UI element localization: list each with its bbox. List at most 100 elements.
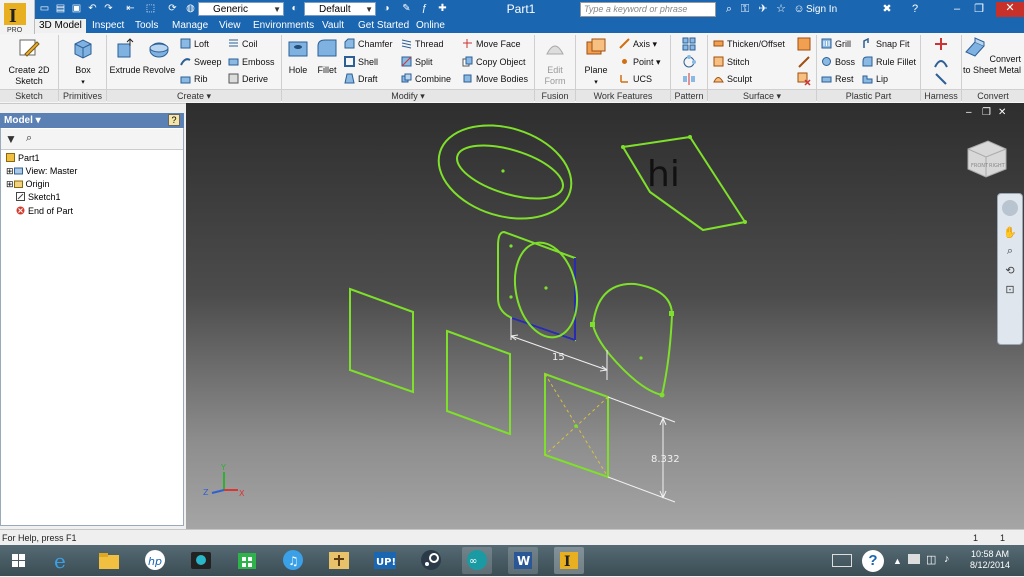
viewcube[interactable]: FRONT RIGHT — [964, 137, 1010, 181]
inventor-taskbar-icon[interactable]: I — [554, 547, 584, 574]
minimize-icon[interactable]: – — [950, 3, 964, 16]
show-hidden-icons[interactable]: ▲ — [893, 556, 902, 566]
trim-icon[interactable] — [797, 55, 811, 69]
rectangular-pattern-icon[interactable] — [682, 37, 696, 51]
exchange-apps-icon[interactable]: ✖ — [880, 3, 894, 16]
sketch-point[interactable] — [688, 135, 692, 139]
steam-icon[interactable] — [416, 547, 446, 574]
tab-vault[interactable]: Vault — [318, 19, 348, 33]
itunes-icon[interactable]: ♫ — [278, 547, 308, 574]
up-app-icon[interactable]: UP! — [370, 547, 400, 574]
mirror-icon[interactable] — [682, 72, 696, 86]
media-app-icon[interactable] — [186, 547, 216, 574]
sketch-text-hi[interactable]: hi — [647, 154, 680, 195]
material-combo[interactable]: Default ▼ — [304, 2, 376, 16]
viewport-minimize-icon[interactable]: – — [966, 107, 972, 118]
sketch-canvas[interactable]: hi 15 8.332 Y Z X — [186, 103, 1024, 529]
center-point[interactable] — [544, 286, 548, 290]
store-icon[interactable] — [232, 547, 262, 574]
box-button[interactable]: Box ▾ — [66, 36, 100, 88]
split-button[interactable]: Split — [401, 55, 433, 69]
snap-fit-button[interactable]: Snap Fit — [862, 37, 910, 51]
harness-wire-icon[interactable] — [934, 55, 948, 69]
create-2d-sketch-button[interactable]: Create 2D Sketch — [4, 36, 54, 87]
money-app-icon[interactable] — [324, 547, 354, 574]
modify-panel-label[interactable]: Modify ▾ — [282, 89, 534, 102]
parameters-icon[interactable]: ƒ — [418, 3, 431, 15]
tab-inspect[interactable]: Inspect — [88, 19, 128, 33]
open-icon[interactable]: ▤ — [54, 3, 67, 15]
loft-button[interactable]: Loft — [180, 37, 209, 51]
help-tray-icon[interactable]: ? — [862, 550, 884, 572]
sketch-point[interactable] — [509, 295, 513, 299]
thread-button[interactable]: Thread — [401, 37, 444, 51]
binoculars-icon[interactable]: ⌕ — [26, 132, 32, 145]
help-search-input[interactable]: Type a keyword or phrase — [580, 2, 716, 17]
point-button[interactable]: Point ▾ — [619, 55, 661, 69]
sketch-point[interactable] — [509, 244, 513, 248]
fillet-button[interactable]: Fillet — [312, 36, 342, 76]
arduino-icon[interactable]: ∞ — [462, 547, 492, 574]
battery-icon[interactable] — [908, 554, 920, 564]
sketch-polygon[interactable] — [621, 135, 747, 232]
style-combo[interactable]: Generic ▼ — [198, 2, 284, 16]
sketch-parallelogram-2[interactable] — [446, 329, 511, 436]
tab-manage[interactable]: Manage — [168, 19, 212, 33]
customize-icon[interactable]: ✚ — [436, 3, 449, 15]
browser-help-button[interactable]: ? — [168, 114, 180, 126]
application-menu-button[interactable]: I PRO — [0, 0, 35, 34]
look-at-icon[interactable]: ⊡ — [998, 283, 1022, 296]
model-browser-header[interactable]: Model ▾ — [0, 113, 184, 128]
copy-object-button[interactable]: Copy Object — [462, 55, 526, 69]
steering-wheel-icon[interactable] — [1002, 200, 1018, 216]
emboss-button[interactable]: Emboss — [228, 55, 275, 69]
spline-handle[interactable] — [669, 311, 674, 316]
internet-explorer-icon[interactable]: e — [46, 547, 76, 574]
tab-tools[interactable]: Tools — [131, 19, 162, 33]
axis-button[interactable]: Axis ▾ — [619, 37, 657, 51]
create-panel-label[interactable]: Create ▾ — [107, 89, 281, 102]
dimension-value-8332[interactable]: 8.332 — [651, 454, 680, 465]
convert-to-sheet-metal-button[interactable]: Convert to Sheet Metal — [962, 36, 1022, 76]
delete-face-icon[interactable] — [797, 72, 811, 86]
revolve-button[interactable]: Revolve — [142, 36, 176, 76]
subscription-icon[interactable]: ⚿ — [738, 3, 752, 16]
sketch-ellipse-in-slot[interactable] — [507, 237, 586, 343]
close-icon[interactable]: ✕ — [996, 2, 1024, 17]
sketch-ellipse-inner[interactable] — [451, 135, 569, 209]
move-bodies-button[interactable]: Move Bodies — [462, 72, 528, 86]
extrude-button[interactable]: Extrude — [108, 36, 142, 76]
hp-icon[interactable]: hp — [140, 547, 170, 574]
clear-override-icon[interactable]: ✎ — [400, 3, 413, 15]
volume-icon[interactable]: ♪ — [944, 553, 950, 565]
undo-icon[interactable]: ↶ — [86, 3, 99, 15]
move-face-button[interactable]: Move Face — [462, 37, 521, 51]
redo-icon[interactable]: ↷ — [102, 3, 115, 15]
sketch-rounded-rectangle[interactable] — [497, 230, 576, 342]
expand-icon[interactable]: ⊞ — [6, 166, 14, 176]
circular-pattern-icon[interactable] — [682, 55, 696, 69]
network-icon[interactable]: ◫ — [926, 553, 936, 566]
ucs-button[interactable]: UCS — [619, 72, 652, 86]
derive-button[interactable]: Derive — [228, 72, 268, 86]
new-icon[interactable]: ▭ — [38, 3, 51, 15]
spline-handle[interactable] — [590, 322, 595, 327]
center-point[interactable] — [501, 169, 505, 173]
harness-create-icon[interactable] — [934, 37, 948, 51]
plane-button[interactable]: Plane ▾ — [580, 36, 612, 88]
constraint-edge[interactable] — [511, 258, 576, 341]
sign-in-link[interactable]: Sign In — [806, 3, 837, 16]
grill-button[interactable]: Grill — [821, 37, 851, 51]
graphics-viewport[interactable]: hi 15 8.332 Y Z X – ❐ ✕ FRONT RIGHT ✋ ⌕ … — [186, 103, 1024, 529]
zoom-icon[interactable]: ⌕ — [998, 245, 1022, 258]
boss-button[interactable]: Boss — [821, 55, 855, 69]
sweep-button[interactable]: Sweep — [180, 55, 222, 69]
appearance-icon[interactable]: ◐ — [288, 3, 301, 15]
rest-button[interactable]: Rest — [821, 72, 854, 86]
pan-icon[interactable]: ✋ — [998, 226, 1022, 239]
save-icon[interactable]: ▣ — [70, 3, 83, 15]
keyboard-icon[interactable] — [832, 554, 852, 567]
combine-button[interactable]: Combine — [401, 72, 451, 86]
material-browser-icon[interactable]: ◑ — [380, 3, 393, 15]
browser-item-origin[interactable]: ⊞ Origin — [6, 178, 50, 191]
